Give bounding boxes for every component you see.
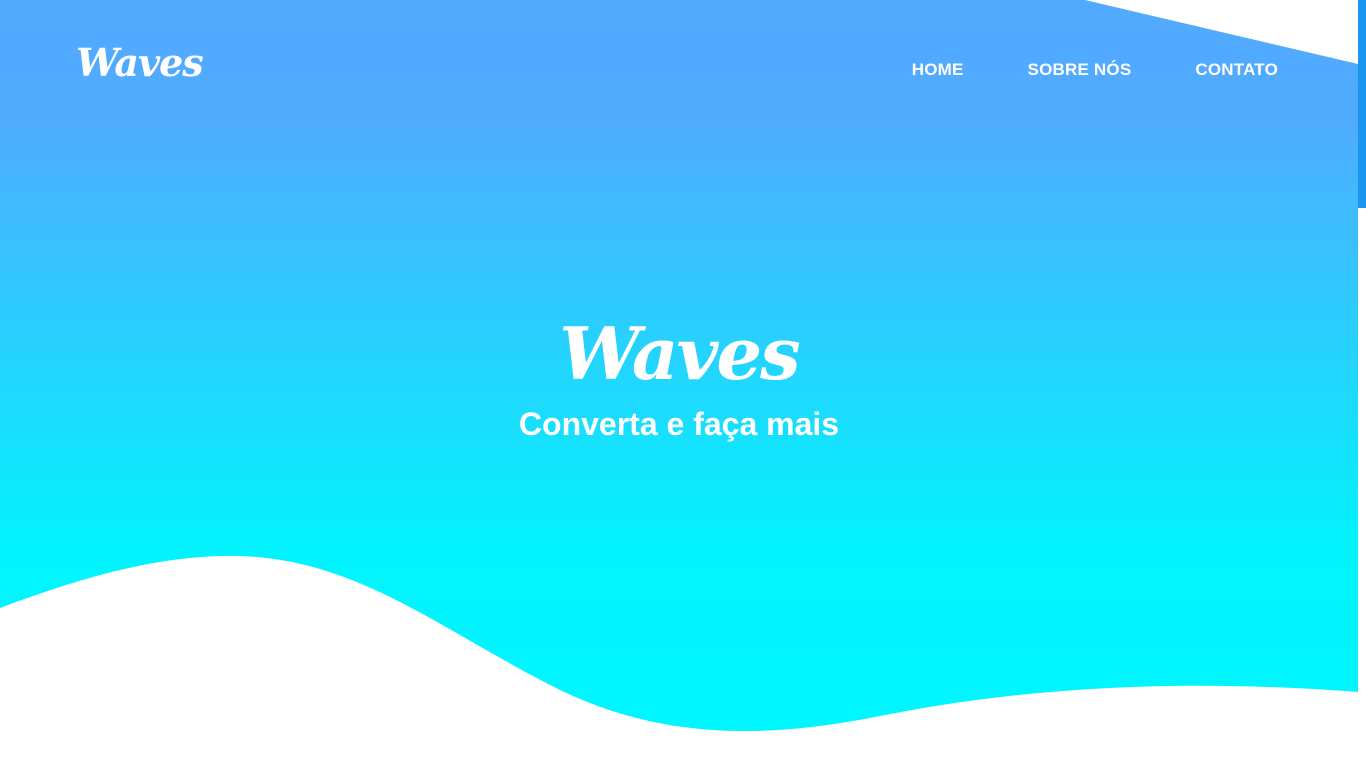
nav-home[interactable]: HOME — [912, 60, 964, 80]
hero-title: Waves — [559, 311, 800, 396]
scrollbar-thumb[interactable] — [1358, 0, 1366, 208]
logo[interactable]: Waves — [76, 44, 204, 82]
hero-subtitle: Converta e faça mais — [518, 406, 840, 442]
nav-sobre-nos[interactable]: SOBRE NÓS — [1028, 60, 1132, 80]
landing-page: Waves HOME SOBRE NÓS CONTATO Waves Conve… — [0, 0, 1366, 768]
nav-contato[interactable]: CONTATO — [1195, 60, 1278, 80]
main-nav: HOME SOBRE NÓS CONTATO — [912, 60, 1278, 80]
hero-section: Waves Converta e faça mais — [0, 311, 1358, 442]
